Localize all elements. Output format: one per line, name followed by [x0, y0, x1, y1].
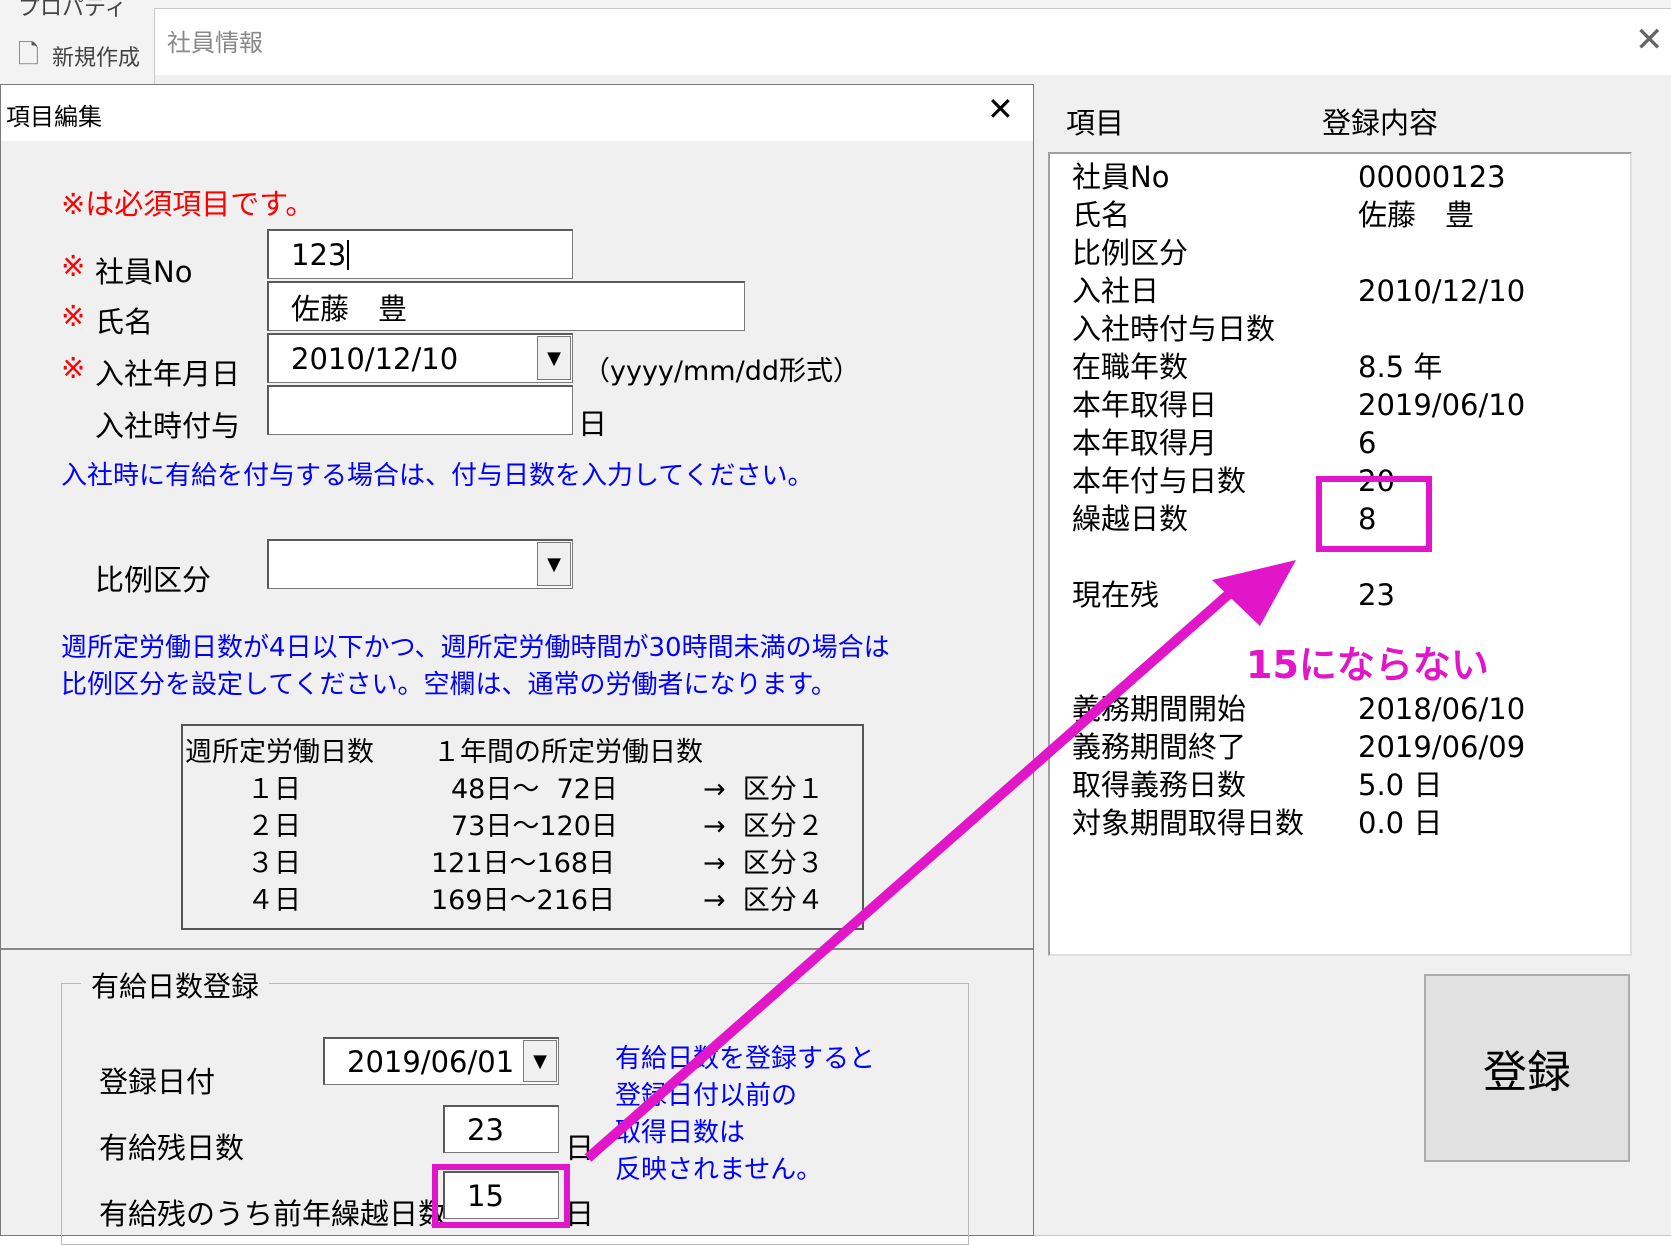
annotation-arrow	[584, 560, 1296, 1162]
arrow-line	[584, 582, 1242, 1162]
annotation-text: 15にならない	[1245, 642, 1489, 688]
